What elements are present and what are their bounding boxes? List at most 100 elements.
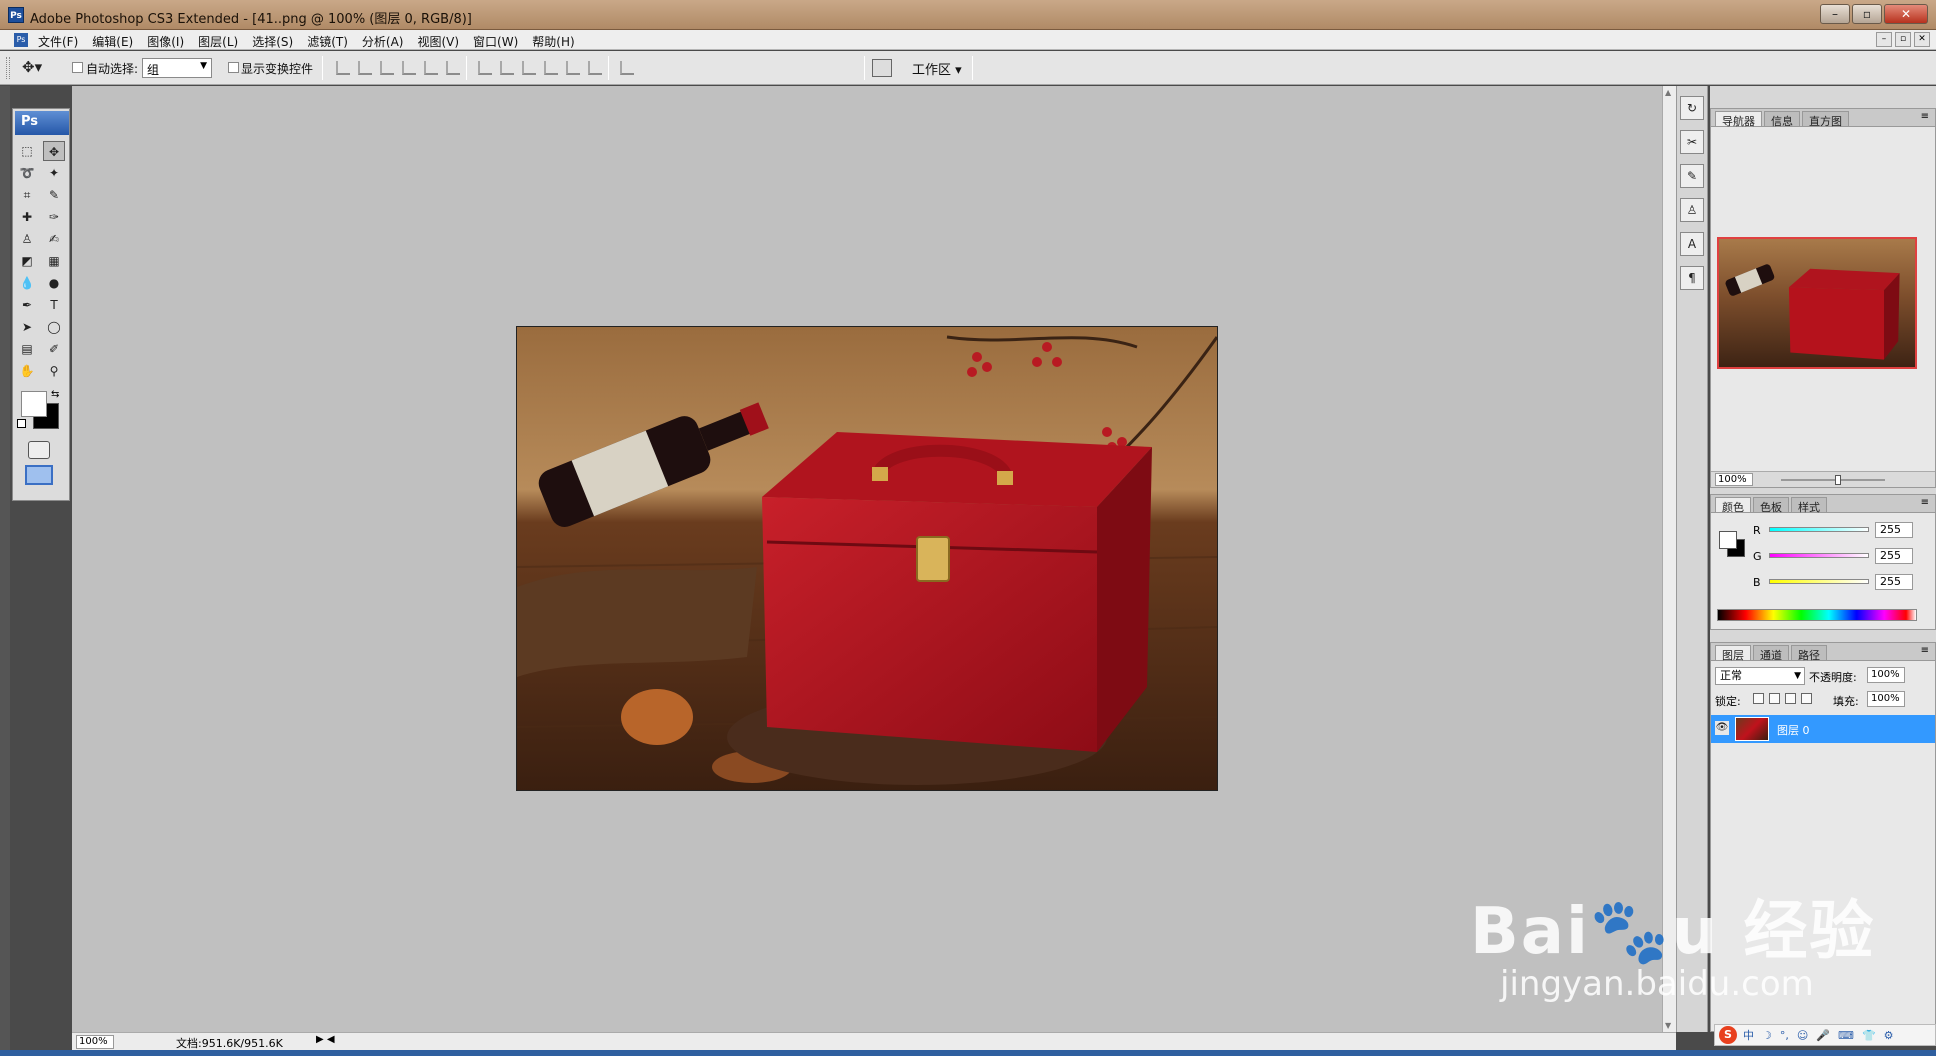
blue-value[interactable]: 255 <box>1875 574 1913 590</box>
move-tool-preset-icon[interactable]: ✥▾ <box>22 58 62 78</box>
brushes-panel-icon[interactable]: ✎ <box>1680 164 1704 188</box>
text-icon[interactable]: T <box>43 295 65 315</box>
maximize-button[interactable]: ▫ <box>1852 4 1882 24</box>
panel-menu-icon[interactable]: ≡ <box>1921 111 1929 122</box>
document-canvas-image[interactable] <box>516 326 1218 791</box>
scroll-up-icon[interactable]: ▲ <box>1665 88 1671 97</box>
tab-layers[interactable]: 图层 <box>1715 645 1751 662</box>
keyboard-icon[interactable]: ⌨ <box>1838 1029 1854 1042</box>
status-zoom-field[interactable]: 100% <box>76 1035 114 1049</box>
navigator-zoom-slider[interactable] <box>1781 479 1885 481</box>
visibility-eye-icon[interactable]: 👁 <box>1715 721 1729 735</box>
align-right-icon[interactable] <box>446 61 460 75</box>
distribute-vcenter-icon[interactable] <box>500 61 514 75</box>
distribute-hcenter-icon[interactable] <box>566 61 580 75</box>
menu-edit[interactable]: 编辑(E) <box>92 33 133 50</box>
move-icon[interactable]: ✥ <box>43 141 65 161</box>
quick-mask-icon[interactable] <box>28 441 50 459</box>
opacity-field[interactable]: 100% <box>1867 667 1905 683</box>
tab-channels[interactable]: 通道 <box>1753 645 1789 662</box>
lock-transparency-icon[interactable] <box>1753 693 1764 704</box>
distribute-left-icon[interactable] <box>544 61 558 75</box>
menu-select[interactable]: 选择(S) <box>252 33 293 50</box>
menu-image[interactable]: 图像(I) <box>147 33 184 50</box>
lock-all-icon[interactable] <box>1801 693 1812 704</box>
align-bottom-icon[interactable] <box>380 61 394 75</box>
menu-analysis[interactable]: 分析(A) <box>362 33 404 50</box>
distribute-bottom-icon[interactable] <box>522 61 536 75</box>
tab-info[interactable]: 信息 <box>1764 111 1800 128</box>
doc-minimize-button[interactable]: – <box>1876 32 1892 47</box>
align-left-icon[interactable] <box>402 61 416 75</box>
scroll-down-icon[interactable]: ▼ <box>1665 1021 1671 1030</box>
navigator-zoom-field[interactable]: 100% <box>1715 473 1753 486</box>
distribute-right-icon[interactable] <box>588 61 602 75</box>
tab-navigator[interactable]: 导航器 <box>1715 111 1762 128</box>
dodge-icon[interactable]: ● <box>43 273 65 293</box>
paragraph-panel-icon[interactable]: ¶ <box>1680 266 1704 290</box>
clone-source-icon[interactable]: ♙ <box>1680 198 1704 222</box>
eraser-icon[interactable]: ◩ <box>16 251 38 271</box>
ime-lang-toggle[interactable]: 中 <box>1743 1027 1754 1043</box>
auto-select-checkbox[interactable] <box>72 62 83 73</box>
tab-histogram[interactable]: 直方图 <box>1802 111 1849 128</box>
emoji-icon[interactable]: ☺ <box>1797 1029 1808 1042</box>
auto-align-icon[interactable] <box>620 61 634 75</box>
blend-mode-dropdown[interactable]: 正常 ▼ <box>1715 667 1805 685</box>
moon-icon[interactable]: ☽ <box>1762 1029 1772 1042</box>
align-vcenter-icon[interactable] <box>358 61 372 75</box>
navigator-thumbnail[interactable] <box>1717 237 1917 369</box>
character-panel-icon[interactable]: A <box>1680 232 1704 256</box>
document-icon[interactable]: Ps <box>14 33 28 47</box>
lock-position-icon[interactable] <box>1785 693 1796 704</box>
skin-icon[interactable]: 👕 <box>1862 1029 1876 1042</box>
menu-view[interactable]: 视图(V) <box>417 33 459 50</box>
distribute-top-icon[interactable] <box>478 61 492 75</box>
doc-restore-button[interactable]: ▫ <box>1895 32 1911 47</box>
menu-filter[interactable]: 滤镜(T) <box>307 33 348 50</box>
default-colors-icon[interactable] <box>17 419 26 428</box>
show-transform-checkbox[interactable] <box>228 62 239 73</box>
layer-name[interactable]: 图层 0 <box>1777 722 1810 738</box>
align-top-icon[interactable] <box>336 61 350 75</box>
navigator-zoom-slider-handle[interactable] <box>1835 475 1841 485</box>
align-hcenter-icon[interactable] <box>424 61 438 75</box>
green-slider[interactable] <box>1769 553 1869 558</box>
screen-mode-icon[interactable] <box>25 465 53 485</box>
pen-icon[interactable]: ✒ <box>16 295 38 315</box>
settings-icon[interactable]: ⚙ <box>1884 1029 1894 1042</box>
color-spectrum-bar[interactable] <box>1717 609 1917 621</box>
marquee-icon[interactable]: ⬚ <box>16 141 38 161</box>
panel-menu-icon[interactable]: ≡ <box>1921 497 1929 508</box>
healing-icon[interactable]: ✚ <box>16 207 38 227</box>
color-foreground-swatch[interactable] <box>1719 531 1737 549</box>
gradient-icon[interactable]: ▦ <box>43 251 65 271</box>
menu-help[interactable]: 帮助(H) <box>532 33 574 50</box>
minimize-button[interactable]: – <box>1820 4 1850 24</box>
layer-row[interactable]: 👁 图层 0 <box>1711 715 1935 743</box>
red-slider[interactable] <box>1769 527 1869 532</box>
hand-icon[interactable]: ✋ <box>16 361 38 381</box>
foreground-color-swatch[interactable] <box>21 391 47 417</box>
lasso-icon[interactable]: ➰ <box>16 163 38 183</box>
doc-close-button[interactable]: ✕ <box>1914 32 1930 47</box>
tab-styles[interactable]: 样式 <box>1791 497 1827 514</box>
menu-layer[interactable]: 图层(L) <box>198 33 238 50</box>
history-brush-icon[interactable]: ✍ <box>43 229 65 249</box>
tool-presets-icon[interactable]: ✂ <box>1680 130 1704 154</box>
panel-menu-icon[interactable]: ≡ <box>1921 645 1929 656</box>
menu-file[interactable]: 文件(F) <box>38 33 78 50</box>
workspace-icon[interactable] <box>872 59 892 77</box>
red-value[interactable]: 255 <box>1875 522 1913 538</box>
options-bar-grip[interactable] <box>6 57 10 79</box>
workspace-menu[interactable]: 工作区 ▾ <box>912 59 962 78</box>
blue-slider[interactable] <box>1769 579 1869 584</box>
green-value[interactable]: 255 <box>1875 548 1913 564</box>
menu-window[interactable]: 窗口(W) <box>473 33 518 50</box>
punctuation-icon[interactable]: °, <box>1780 1029 1789 1042</box>
auto-select-dropdown[interactable]: 组 ▼ <box>142 58 212 78</box>
fill-field[interactable]: 100% <box>1867 691 1905 707</box>
tab-swatches[interactable]: 色板 <box>1753 497 1789 514</box>
close-button[interactable]: ✕ <box>1884 4 1928 24</box>
sogou-ime-logo-icon[interactable]: S <box>1719 1026 1737 1044</box>
